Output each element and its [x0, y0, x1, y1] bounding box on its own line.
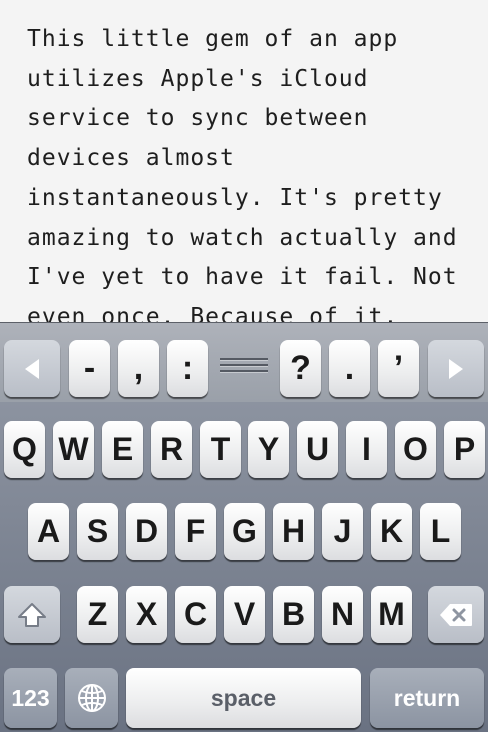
key-u[interactable]: U — [297, 421, 338, 478]
numbers-key[interactable]: 123 — [4, 668, 57, 728]
key-l[interactable]: L — [420, 503, 461, 560]
question-key[interactable]: ? — [280, 340, 321, 397]
editor-line: service to sync between — [27, 105, 369, 132]
key-j[interactable]: J — [322, 503, 363, 560]
key-w[interactable]: W — [53, 421, 94, 478]
delete-key[interactable] — [428, 586, 484, 643]
drag-handle-icon[interactable] — [220, 358, 268, 374]
key-x[interactable]: X — [126, 586, 167, 643]
key-f[interactable]: F — [175, 503, 216, 560]
apostrophe-key[interactable]: ’ — [378, 340, 419, 397]
key-o[interactable]: O — [395, 421, 436, 478]
key-d[interactable]: D — [126, 503, 167, 560]
editor-line: instantaneously. It's pretty — [27, 184, 443, 211]
space-key-label: space — [210, 684, 277, 711]
text-editor[interactable]: This little gem of an app utilizes Apple… — [0, 0, 488, 322]
key-z[interactable]: Z — [77, 586, 118, 643]
key-a[interactable]: A — [28, 503, 69, 560]
key-c[interactable]: C — [175, 586, 216, 643]
dash-key[interactable]: - — [69, 340, 110, 397]
return-key[interactable]: return — [370, 668, 484, 728]
key-k[interactable]: K — [371, 503, 412, 560]
editor-line: devices almost — [27, 145, 235, 172]
globe-key[interactable] — [65, 668, 118, 728]
key-y[interactable]: Y — [248, 421, 289, 478]
key-b[interactable]: B — [273, 586, 314, 643]
left-arrow-key[interactable] — [4, 340, 60, 397]
key-v[interactable]: V — [224, 586, 265, 643]
key-h[interactable]: H — [273, 503, 314, 560]
period-key[interactable]: . — [329, 340, 370, 397]
comma-key[interactable]: , — [118, 340, 159, 397]
key-t[interactable]: T — [200, 421, 241, 478]
space-key[interactable]: space — [126, 668, 361, 728]
editor-line: amazing to watch actually and — [27, 224, 458, 251]
editor-text[interactable]: This little gem of an app utilizes Apple… — [27, 20, 477, 322]
key-i[interactable]: I — [346, 421, 387, 478]
editor-line: utilizes Apple's iCloud — [27, 65, 369, 92]
key-r[interactable]: R — [151, 421, 192, 478]
globe-icon — [77, 684, 106, 712]
shift-icon — [18, 602, 46, 627]
editor-line: This little gem of an app — [27, 26, 399, 52]
key-s[interactable]: S — [77, 503, 118, 560]
return-key-label: return — [393, 684, 461, 711]
key-n[interactable]: N — [322, 586, 363, 643]
shift-key[interactable] — [4, 586, 60, 643]
colon-key[interactable]: : — [167, 340, 208, 397]
key-g[interactable]: G — [224, 503, 265, 560]
editor-line: I've yet to have it fail. Not — [27, 264, 458, 291]
right-arrow-icon — [449, 358, 463, 379]
key-m[interactable]: M — [371, 586, 412, 643]
editor-line: even once. Because of it, — [27, 303, 399, 322]
key-e[interactable]: E — [102, 421, 143, 478]
numbers-key-label: 123 — [11, 684, 50, 711]
right-arrow-key[interactable] — [428, 340, 484, 397]
delete-icon — [440, 603, 472, 626]
left-arrow-icon — [25, 358, 39, 379]
key-q[interactable]: Q — [4, 421, 45, 478]
key-p[interactable]: P — [444, 421, 485, 478]
